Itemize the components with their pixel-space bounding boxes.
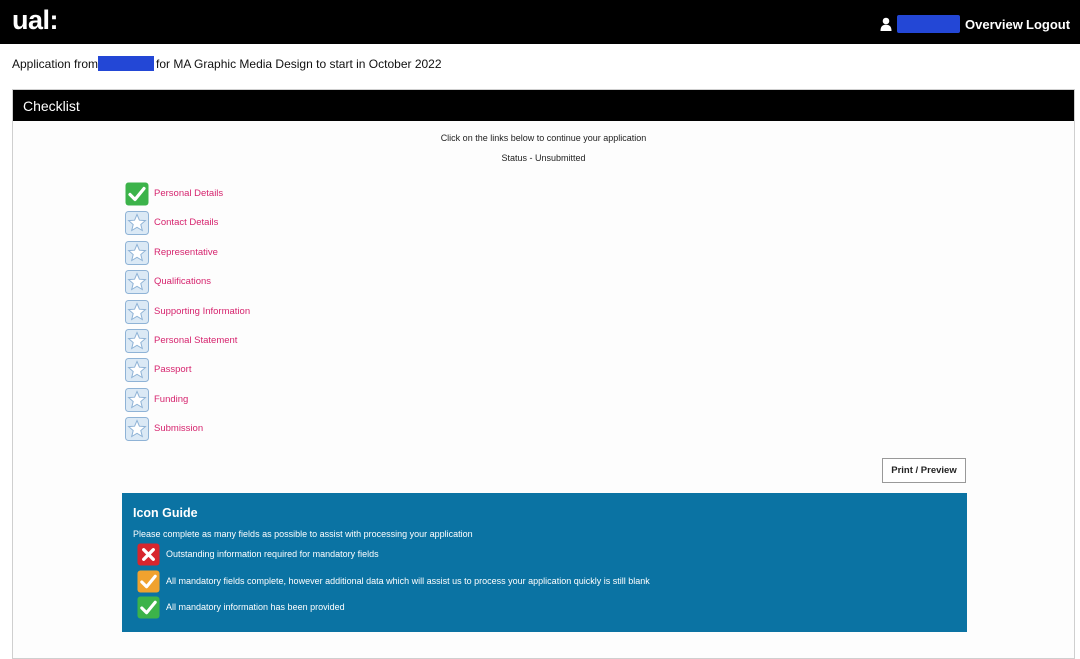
icon-guide-subtitle: Please complete as many fields as possib… [133,529,473,539]
checklist-item-link[interactable]: Passport [154,364,192,375]
star-icon [125,417,149,442]
top-bar: ual: Overview Logout [0,0,1080,44]
star-icon [125,358,149,383]
checklist-item-link[interactable]: Representative [154,247,218,258]
redacted-applicant-name [98,56,155,71]
logout-link[interactable]: Logout [1026,17,1070,32]
icon-guide-text: All mandatory fields complete, however a… [166,575,650,586]
application-summary: Application from for MA Graphic Media Des… [12,56,442,71]
checklist-item-link[interactable]: Contact Details [154,217,218,228]
print-preview-button[interactable]: Print / Preview [882,458,966,483]
user-icon [880,17,892,31]
redacted-username[interactable] [897,15,960,33]
icon-guide-title: Icon Guide [133,506,198,520]
star-icon [125,299,149,324]
star-icon [125,240,149,265]
application-suffix: for MA Graphic Media Design to start in … [156,57,442,71]
checklist-instruction: Click on the links below to continue you… [440,133,647,143]
green-check-icon [137,596,160,619]
application-status: Status - Unsubmitted [501,153,586,163]
star-icon [125,270,149,295]
application-prefix: Application from [12,57,99,71]
checklist-title: Checklist [13,90,1074,121]
checklist-item-link[interactable]: Personal Statement [154,335,237,346]
star-icon [125,329,149,353]
icon-guide: Icon Guide Please complete as many field… [122,493,967,632]
checklist-item-link[interactable]: Qualifications [154,276,211,287]
icon-guide-text: Outstanding information required for man… [166,549,379,559]
overview-link[interactable]: Overview [965,17,1023,32]
ual-logo[interactable]: ual: [12,5,59,36]
icon-guide-text: All mandatory information has been provi… [166,602,345,612]
star-icon [125,387,149,412]
checklist-item-link[interactable]: Personal Details [154,188,223,199]
orange-check-icon [137,569,160,593]
star-icon [125,211,149,236]
checklist-panel: Checklist Click on the links below to co… [12,89,1075,659]
red-cross-icon [137,543,160,566]
checklist-item-link[interactable]: Supporting Information [154,306,250,317]
checklist-item-link[interactable]: Submission [154,423,203,434]
checklist-item-link[interactable]: Funding [154,394,188,405]
check-icon [125,182,149,206]
